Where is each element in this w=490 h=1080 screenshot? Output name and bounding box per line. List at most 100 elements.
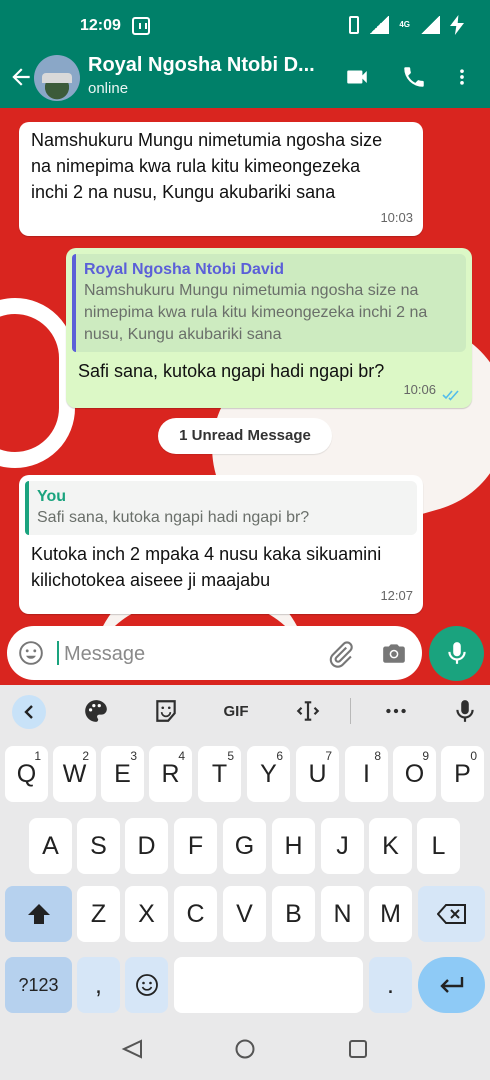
nav-back-icon[interactable] xyxy=(121,1038,143,1060)
signal-icon xyxy=(369,16,390,34)
status-icons: 4G xyxy=(349,15,460,35)
toolbar-divider xyxy=(350,698,351,724)
key-g[interactable]: G xyxy=(223,818,266,874)
contact-name[interactable]: Royal Ngosha Ntobi D... xyxy=(88,54,315,77)
enter-key[interactable] xyxy=(418,957,485,1013)
key-r[interactable]: R4 xyxy=(149,746,192,802)
key-h[interactable]: H xyxy=(272,818,315,874)
camera-icon[interactable] xyxy=(380,640,408,666)
chat-area[interactable]: Namshukuru Mungu nimetumia ngosha size n… xyxy=(0,108,490,685)
message-text: Namshukuru Mungu nimetumia ngosha size n… xyxy=(31,130,383,202)
key-m[interactable]: M xyxy=(369,886,412,942)
key-hint: 9 xyxy=(422,749,429,763)
text-cursor-control-icon[interactable] xyxy=(295,698,321,724)
nav-recents-icon[interactable] xyxy=(347,1038,369,1060)
status-time: 12:09 xyxy=(80,17,121,34)
key-n[interactable]: N xyxy=(321,886,364,942)
shift-icon xyxy=(27,904,50,924)
emoji-key[interactable] xyxy=(125,957,168,1013)
key-i[interactable]: I8 xyxy=(345,746,388,802)
chat-header: Royal Ngosha Ntobi D... online xyxy=(0,52,490,108)
emoji-icon[interactable] xyxy=(18,640,44,666)
quoted-author: You xyxy=(37,488,67,505)
comma-key[interactable]: , xyxy=(77,957,120,1013)
wallpaper-shape xyxy=(0,298,75,468)
key-k[interactable]: K xyxy=(369,818,412,874)
message-time: 12:07 xyxy=(380,588,413,603)
key-label: O xyxy=(404,759,425,788)
outgoing-message[interactable]: Royal Ngosha Ntobi David Namshukuru Mung… xyxy=(66,248,472,408)
system-nav-bar xyxy=(0,1016,490,1080)
key-x[interactable]: X xyxy=(125,886,168,942)
quoted-text: Namshukuru Mungu nimetumia ngosha size n… xyxy=(84,282,428,343)
key-label: P xyxy=(454,759,471,788)
key-b[interactable]: B xyxy=(272,886,315,942)
video-call-icon[interactable] xyxy=(343,64,371,90)
quoted-message[interactable]: Royal Ngosha Ntobi David Namshukuru Mung… xyxy=(72,254,466,352)
composer: Message xyxy=(0,622,490,685)
attach-icon[interactable] xyxy=(327,640,355,668)
key-j[interactable]: J xyxy=(321,818,364,874)
backspace-icon xyxy=(436,904,466,924)
key-u[interactable]: U7 xyxy=(296,746,339,802)
key-q[interactable]: Q1 xyxy=(5,746,48,802)
key-label: E xyxy=(114,759,131,788)
key-e[interactable]: E3 xyxy=(101,746,144,802)
key-w[interactable]: W2 xyxy=(53,746,96,802)
key-hint: 7 xyxy=(325,749,332,763)
message-time: 10:06 xyxy=(403,382,436,397)
top-bar: 12:09 4G Royal Ngosha Ntobi D... online xyxy=(0,0,490,108)
avatar[interactable] xyxy=(34,55,80,101)
key-hint: 0 xyxy=(470,749,477,763)
message-input[interactable]: Message xyxy=(7,626,422,680)
quoted-author: Royal Ngosha Ntobi David xyxy=(84,261,285,278)
nav-home-icon[interactable] xyxy=(234,1038,256,1060)
collapse-toolbar-button[interactable] xyxy=(12,695,46,729)
key-z[interactable]: Z xyxy=(77,886,120,942)
voice-call-icon[interactable] xyxy=(400,64,428,90)
key-label: W xyxy=(62,759,87,788)
text-caret xyxy=(57,641,59,665)
voice-typing-icon[interactable] xyxy=(452,698,478,724)
symbols-key[interactable]: ?123 xyxy=(5,957,72,1013)
key-y[interactable]: Y6 xyxy=(247,746,290,802)
key-a[interactable]: A xyxy=(29,818,72,874)
message-placeholder: Message xyxy=(64,643,146,665)
back-arrow-icon[interactable] xyxy=(8,64,34,90)
shift-key[interactable] xyxy=(5,886,72,942)
key-d[interactable]: D xyxy=(125,818,168,874)
space-key[interactable] xyxy=(174,957,363,1013)
key-v[interactable]: V xyxy=(223,886,266,942)
chevron-left-icon xyxy=(24,705,33,719)
status-bar: 12:09 4G xyxy=(0,0,490,52)
key-f[interactable]: F xyxy=(174,818,217,874)
sticker-icon[interactable] xyxy=(153,698,179,724)
quoted-message[interactable]: You Safi sana, kutoka ngapi hadi ngapi b… xyxy=(25,481,417,535)
battery-charging-icon xyxy=(450,15,460,35)
more-options-icon[interactable] xyxy=(452,64,472,90)
unread-divider: 1 Unread Message xyxy=(158,418,332,454)
message-time: 10:03 xyxy=(380,210,413,225)
keyboard: GIF Q1 W2 E3 R4 T5 Y6 U7 I8 O9 P0 A S D … xyxy=(0,685,490,1016)
voice-record-button[interactable] xyxy=(429,626,484,681)
key-p[interactable]: P0 xyxy=(441,746,484,802)
key-t[interactable]: T5 xyxy=(198,746,241,802)
palette-icon[interactable] xyxy=(83,698,109,724)
key-o[interactable]: O9 xyxy=(393,746,436,802)
backspace-key[interactable] xyxy=(418,886,485,942)
key-hint: 4 xyxy=(178,749,185,763)
key-hint: 3 xyxy=(130,749,137,763)
key-c[interactable]: C xyxy=(174,886,217,942)
key-label: Y xyxy=(260,759,277,788)
network-label: 4G xyxy=(399,20,410,29)
key-s[interactable]: S xyxy=(77,818,120,874)
period-key[interactable]: . xyxy=(369,957,412,1013)
key-label: I xyxy=(363,759,370,788)
message-text: Kutoka inch 2 mpaka 4 nusu kaka sikuamin… xyxy=(31,544,382,590)
incoming-message[interactable]: Namshukuru Mungu nimetumia ngosha size n… xyxy=(19,122,423,236)
gif-button[interactable]: GIF xyxy=(220,698,252,724)
key-l[interactable]: L xyxy=(417,818,460,874)
more-horizontal-icon[interactable] xyxy=(383,698,409,724)
key-label: U xyxy=(308,759,327,788)
incoming-message[interactable]: You Safi sana, kutoka ngapi hadi ngapi b… xyxy=(19,475,423,614)
